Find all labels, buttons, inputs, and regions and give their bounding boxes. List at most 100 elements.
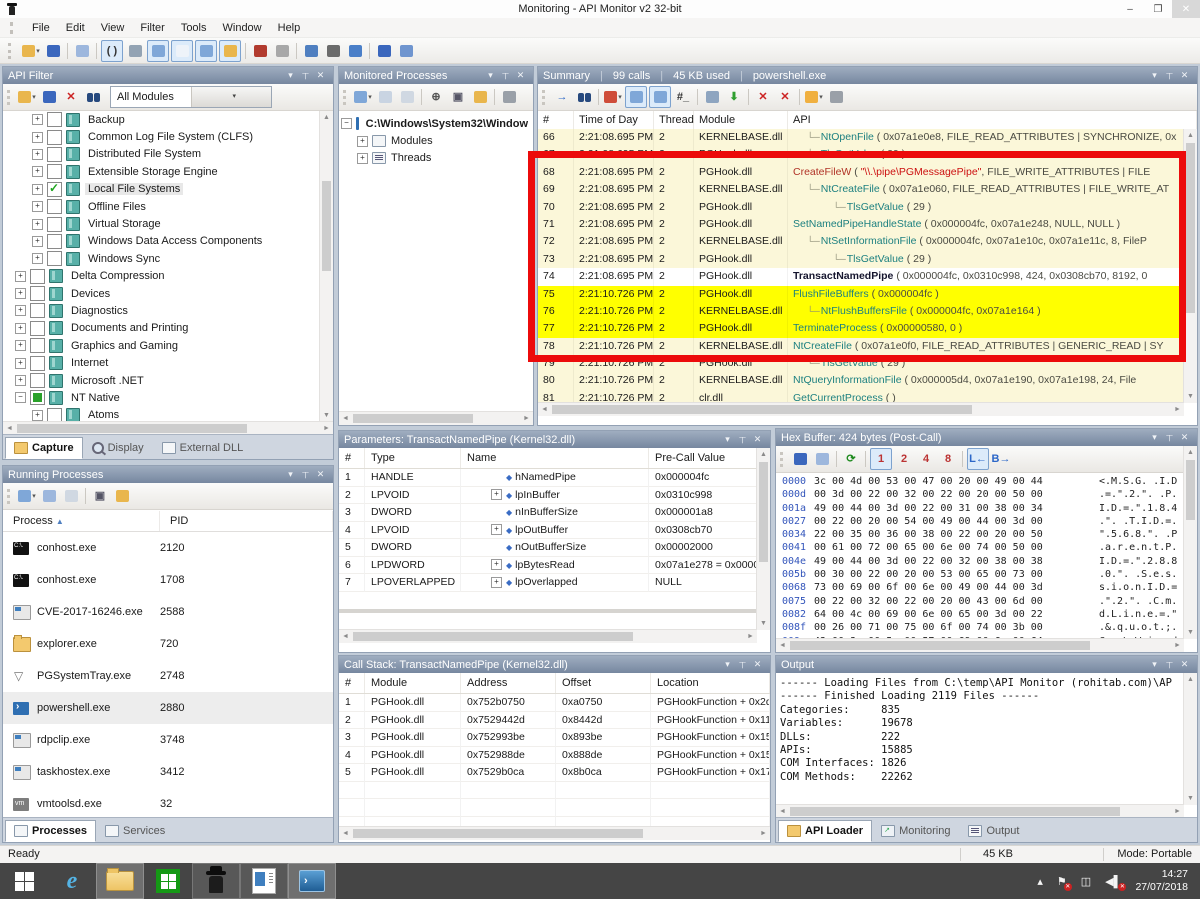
filter-tree-item[interactable]: +Common Log File System (CLFS) xyxy=(3,128,321,145)
tab-api-loader[interactable]: API Loader xyxy=(778,820,872,842)
filter-tree-item[interactable]: +Windows Data Access Components xyxy=(3,233,321,250)
properties-icon[interactable] xyxy=(470,87,490,107)
panel-menu-icon[interactable]: ▾ xyxy=(1147,70,1162,81)
expander-icon[interactable]: + xyxy=(32,132,43,143)
attach-process-icon[interactable] xyxy=(125,41,145,61)
output-vscrollbar[interactable]: ▲▼ xyxy=(1183,673,1197,805)
tray-expand-icon[interactable]: ▴ xyxy=(1037,875,1043,888)
menu-file[interactable]: File xyxy=(24,20,58,36)
expander-icon[interactable]: + xyxy=(15,323,26,334)
monitor-new-icon[interactable]: ▾ xyxy=(353,87,373,107)
process-row[interactable]: conhost.exe2120 xyxy=(3,532,333,564)
menu-tools[interactable]: Tools xyxy=(173,20,215,36)
close-icon[interactable]: ✕ xyxy=(750,434,765,445)
monitor-toggle-icon[interactable] xyxy=(375,87,395,107)
checkbox[interactable] xyxy=(47,164,62,179)
pin-icon[interactable]: ⊥ xyxy=(1162,432,1177,443)
expander-icon[interactable]: + xyxy=(15,305,26,316)
tab-services[interactable]: Services xyxy=(96,820,174,842)
monitored-child[interactable]: +Modules xyxy=(341,132,531,149)
taskbar-store[interactable] xyxy=(144,863,192,899)
process-row[interactable]: vmtoolsd.exe32 xyxy=(3,788,333,820)
api-call-row[interactable]: 702:21:08.695 PM2PGHook.dll└─TlsGetValue… xyxy=(538,199,1184,216)
chevron-down-icon[interactable]: ▾ xyxy=(191,87,272,107)
expander-icon[interactable]: + xyxy=(32,184,43,195)
filter-tree-item[interactable]: +Extensible Storage Engine xyxy=(3,163,321,180)
code-definitions-icon[interactable]: ( ) xyxy=(101,40,123,62)
group-4-icon[interactable]: 4 xyxy=(916,449,936,469)
save-filter-icon[interactable] xyxy=(39,87,59,107)
folders-view-icon[interactable] xyxy=(219,40,241,62)
close-window-icon[interactable] xyxy=(61,486,81,506)
filter-tree-item[interactable]: +Delta Compression xyxy=(3,268,321,285)
checkbox[interactable] xyxy=(30,286,45,301)
properties-icon[interactable] xyxy=(112,486,132,506)
checkbox[interactable] xyxy=(30,338,45,353)
panel-menu-icon[interactable]: ▾ xyxy=(720,434,735,445)
stack-frame-row[interactable]: 4PGHook.dll0x752988de0x888dePGHookFuncti… xyxy=(339,747,770,765)
static-decode-icon[interactable]: #_ xyxy=(673,87,693,107)
parameter-row[interactable]: 1HANDLE◆hNamedPipe0x000004fc xyxy=(339,469,757,487)
security-shield-icon[interactable] xyxy=(345,41,365,61)
stack-frame-row[interactable]: 3PGHook.dll0x752993be0x893bePGHookFuncti… xyxy=(339,729,770,747)
api-call-row[interactable]: 732:21:08.695 PM2PGHook.dll└─TlsGetValue… xyxy=(538,251,1184,268)
close-icon[interactable]: ✕ xyxy=(1177,70,1192,81)
checkbox[interactable] xyxy=(47,234,62,249)
panel-menu-icon[interactable]: ▾ xyxy=(720,659,735,670)
hex-row[interactable]: 005b00 30 00 22 00 20 00 53 00 65 00 73 … xyxy=(776,568,1184,581)
process-row[interactable]: PGSystemTray.exe2748 xyxy=(3,660,333,692)
expander-icon[interactable]: − xyxy=(15,392,26,403)
tab-capture[interactable]: Capture xyxy=(5,437,83,459)
process-row[interactable]: taskhostex.exe3412 xyxy=(3,756,333,788)
api-reference-icon[interactable] xyxy=(374,41,394,61)
parameter-row[interactable]: 6LPDWORD+◆lpBytesRead0x07a1e278 = 0x0000 xyxy=(339,557,757,575)
api-call-row[interactable]: 672:21:08.695 PM2PGHook.dll└─TlsGetValue… xyxy=(538,146,1184,163)
menu-view[interactable]: View xyxy=(93,20,133,36)
column-module[interactable]: Module xyxy=(365,673,461,693)
stack-frame-row[interactable]: 1PGHook.dll0x752b07500xa0750PGHookFuncti… xyxy=(339,694,770,712)
parameters-hscrollbar[interactable]: ◄► xyxy=(339,629,757,643)
hot-patch-icon[interactable] xyxy=(39,486,59,506)
menu-edit[interactable]: Edit xyxy=(58,20,93,36)
help-book-icon[interactable] xyxy=(396,41,416,61)
checkbox[interactable] xyxy=(30,373,45,388)
filter-tree-item[interactable]: +Backup xyxy=(3,111,321,128)
expander-icon[interactable]: + xyxy=(15,358,26,369)
delete-api-icon[interactable]: ✕ xyxy=(753,87,773,107)
api-call-row[interactable]: 752:21:10.726 PM2PGHook.dllFlushFileBuff… xyxy=(538,286,1184,303)
autoscroll-icon[interactable]: ⬇ xyxy=(724,87,744,107)
copy-icon[interactable] xyxy=(72,41,92,61)
hex-row[interactable]: 004100 61 00 72 00 65 00 6e 00 74 00 50 … xyxy=(776,541,1184,554)
stack-frame-row[interactable]: 2PGHook.dll0x7529442d0x8442dPGHookFuncti… xyxy=(339,712,770,730)
pin-icon[interactable]: ⊥ xyxy=(1162,70,1177,81)
pin-icon[interactable]: ⊥ xyxy=(1162,659,1177,670)
expander-icon[interactable]: + xyxy=(15,340,26,351)
column-address[interactable]: Address xyxy=(461,673,556,693)
process-row[interactable]: conhost.exe1708 xyxy=(3,564,333,596)
start-button[interactable] xyxy=(0,863,48,899)
filter-tree-item[interactable]: +Virtual Storage xyxy=(3,215,321,232)
tools-icon[interactable] xyxy=(323,41,343,61)
checkbox[interactable] xyxy=(47,217,62,232)
filter-tree-item[interactable]: +Documents and Printing xyxy=(3,320,321,337)
api-call-row[interactable]: 662:21:08.695 PM2KERNELBASE.dll└─NtOpenF… xyxy=(538,129,1184,146)
column-pre-call-value[interactable]: Pre-Call Value xyxy=(649,448,757,468)
checkbox[interactable] xyxy=(47,199,62,214)
goto-call-icon[interactable]: → xyxy=(552,87,572,107)
volume-muted-icon[interactable]: ◀▌ xyxy=(1105,875,1121,888)
hex-row[interactable]: 000d00 3d 00 22 00 32 00 22 00 20 00 50 … xyxy=(776,488,1184,501)
checkbox[interactable] xyxy=(30,303,45,318)
filter-tree-item[interactable]: +Devices xyxy=(3,285,321,302)
process-row[interactable]: CVE-2017-16246.exe2588 xyxy=(3,596,333,628)
taskbar-ie[interactable]: e xyxy=(48,863,96,899)
column-api[interactable]: API xyxy=(788,111,1197,129)
monitor-process-icon[interactable]: ▣ xyxy=(90,486,110,506)
filter-tree-item[interactable]: +Windows Sync xyxy=(3,250,321,267)
column-name[interactable]: Name xyxy=(461,448,649,468)
pause-capture-icon[interactable]: ▾ xyxy=(804,87,824,107)
collapse-icon[interactable]: − xyxy=(341,118,352,129)
stack-frame-row[interactable]: 5PGHook.dll0x7529b0ca0x8b0caPGHookFuncti… xyxy=(339,764,770,782)
breakpoint-target-icon[interactable]: ⊕ xyxy=(426,87,446,107)
menu-help[interactable]: Help xyxy=(270,20,309,36)
summary-vscrollbar[interactable]: ▲▼ xyxy=(1183,129,1197,403)
